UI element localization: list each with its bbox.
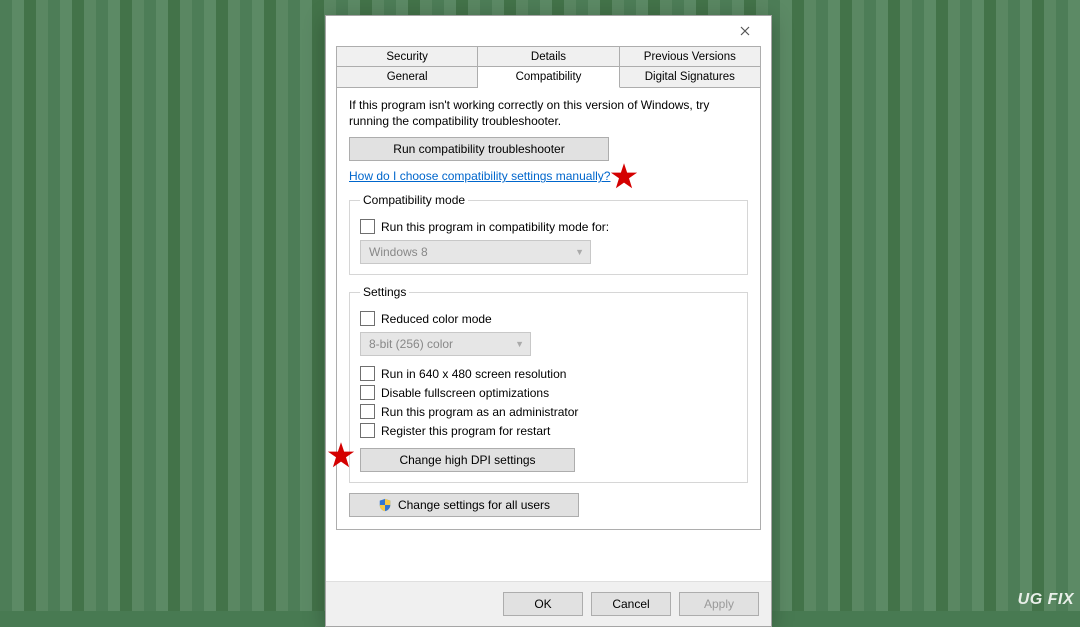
tabs-area: Security Details Previous Versions Gener…: [326, 46, 771, 530]
run-admin-row[interactable]: Run this program as an administrator: [360, 404, 737, 419]
run-640-checkbox[interactable]: [360, 366, 375, 381]
run-640-label: Run in 640 x 480 screen resolution: [381, 367, 566, 381]
register-restart-row[interactable]: Register this program for restart: [360, 423, 737, 438]
disable-fullscreen-checkbox[interactable]: [360, 385, 375, 400]
chevron-down-icon: ▼: [515, 339, 524, 349]
shield-icon: [378, 498, 392, 512]
properties-dialog: Security Details Previous Versions Gener…: [325, 15, 772, 627]
compat-mode-checkbox[interactable]: [360, 219, 375, 234]
reduced-color-checkbox[interactable]: [360, 311, 375, 326]
run-admin-checkbox[interactable]: [360, 404, 375, 419]
compat-mode-label: Run this program in compatibility mode f…: [381, 220, 609, 234]
apply-button[interactable]: Apply: [679, 592, 759, 616]
tab-general[interactable]: General: [336, 66, 478, 88]
tabs-row-2: General Compatibility Digital Signatures: [336, 67, 761, 88]
compat-os-value: Windows 8: [369, 245, 428, 259]
tab-details[interactable]: Details: [478, 46, 619, 67]
change-all-users-label: Change settings for all users: [398, 498, 550, 512]
close-button[interactable]: [727, 19, 763, 43]
register-restart-label: Register this program for restart: [381, 424, 550, 438]
change-all-users-button[interactable]: Change settings for all users: [349, 493, 579, 517]
dialog-footer: OK Cancel Apply: [326, 581, 771, 626]
reduced-color-row[interactable]: Reduced color mode: [360, 311, 737, 326]
color-depth-value: 8-bit (256) color: [369, 337, 453, 351]
disable-fullscreen-label: Disable fullscreen optimizations: [381, 386, 549, 400]
watermark: UG FIX: [1018, 591, 1074, 609]
help-link[interactable]: How do I choose compatibility settings m…: [349, 169, 610, 183]
ok-button[interactable]: OK: [503, 592, 583, 616]
compatibility-mode-group: Compatibility mode Run this program in c…: [349, 193, 748, 275]
tab-digital-signatures[interactable]: Digital Signatures: [620, 66, 761, 88]
compat-os-combo[interactable]: Windows 8 ▼: [360, 240, 591, 264]
settings-group: Settings Reduced color mode 8-bit (256) …: [349, 285, 748, 483]
run-admin-label: Run this program as an administrator: [381, 405, 578, 419]
intro-text: If this program isn't working correctly …: [349, 97, 748, 129]
tab-compatibility[interactable]: Compatibility: [478, 66, 619, 88]
reduced-color-label: Reduced color mode: [381, 312, 492, 326]
tabs-row-1: Security Details Previous Versions: [336, 46, 761, 67]
run-troubleshooter-button[interactable]: Run compatibility troubleshooter: [349, 137, 609, 161]
chevron-down-icon: ▼: [575, 247, 584, 257]
compat-mode-row[interactable]: Run this program in compatibility mode f…: [360, 219, 737, 234]
settings-legend: Settings: [360, 285, 409, 299]
titlebar: [326, 16, 771, 46]
tab-panel-compatibility: If this program isn't working correctly …: [336, 87, 761, 530]
color-depth-combo[interactable]: 8-bit (256) color ▼: [360, 332, 531, 356]
change-dpi-button[interactable]: Change high DPI settings: [360, 448, 575, 472]
cancel-button[interactable]: Cancel: [591, 592, 671, 616]
tab-security[interactable]: Security: [336, 46, 478, 67]
compatibility-mode-legend: Compatibility mode: [360, 193, 468, 207]
run-640-row[interactable]: Run in 640 x 480 screen resolution: [360, 366, 737, 381]
disable-fullscreen-row[interactable]: Disable fullscreen optimizations: [360, 385, 737, 400]
tab-previous-versions[interactable]: Previous Versions: [620, 46, 761, 67]
register-restart-checkbox[interactable]: [360, 423, 375, 438]
